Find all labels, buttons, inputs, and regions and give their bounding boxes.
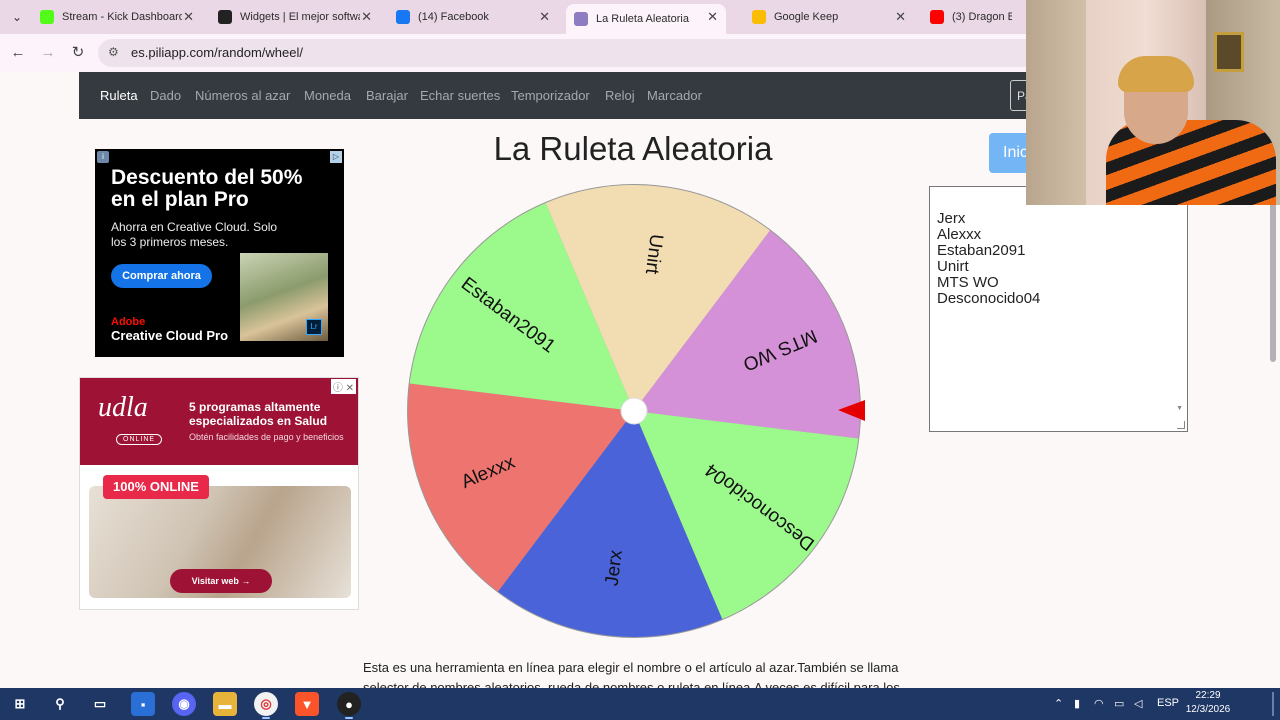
kick-icon <box>40 10 54 24</box>
close-tab-icon[interactable]: ✕ <box>895 9 906 25</box>
browser-tab[interactable]: Stream - Kick Dashboard ✕ <box>32 4 202 30</box>
reload-icon[interactable]: ↻ <box>68 43 88 63</box>
widget-icon <box>218 10 232 24</box>
browser-tab[interactable]: (14) Facebook ✕ <box>388 4 558 30</box>
youtube-icon <box>930 10 944 24</box>
show-desktop-button[interactable] <box>1272 692 1274 716</box>
tab-search-icon[interactable]: ⌄ <box>6 6 28 28</box>
nav-item-marcador[interactable]: Marcador <box>647 88 702 103</box>
page-title: La Ruleta Aleatoria <box>493 130 773 167</box>
ad-brand-adobe: Adobe <box>111 316 146 328</box>
nav-item-temporizador[interactable]: Temporizador <box>511 88 590 103</box>
close-tab-icon[interactable]: ✕ <box>183 9 194 25</box>
resize-handle[interactable] <box>1177 421 1185 429</box>
clock-date: 12/3/2026 <box>1185 704 1231 715</box>
battery-icon[interactable]: ▭ <box>1114 697 1124 710</box>
ad-photo: Lr <box>240 253 328 341</box>
name-entry: Desconocido04 <box>937 290 1041 307</box>
udla-ad[interactable]: udla ONLINE 5 programas altamente especi… <box>79 377 359 610</box>
ad-online-badge: 100% ONLINE <box>103 475 209 499</box>
keep-icon <box>752 10 766 24</box>
nav-item-numeros[interactable]: Números al azar <box>195 88 290 103</box>
name-entry: Jerx <box>937 210 966 227</box>
ad-brand-product: Creative Cloud Pro <box>111 328 229 343</box>
address-bar[interactable]: ⚙ es.piliapp.com/random/wheel/ <box>98 39 1098 67</box>
browser-tab[interactable]: Google Keep ✕ <box>744 4 914 30</box>
brave-icon[interactable]: ▼ <box>295 692 319 716</box>
ad-choices-icon[interactable]: ▷ <box>330 151 342 163</box>
wheel-segment-label: Jerx <box>602 548 627 587</box>
webcam-person-hair <box>1118 56 1194 92</box>
site-info-icon[interactable]: ⚙ <box>108 45 119 59</box>
taskbar-clock[interactable]: 22:29 12/3/2026 <box>1180 689 1236 717</box>
webcam-overlay <box>1026 0 1280 205</box>
wheel-center-button[interactable] <box>620 397 648 425</box>
chrome-icon[interactable]: ◎ <box>254 692 278 719</box>
nav-item-moneda[interactable]: Moneda <box>304 88 351 103</box>
wheel-icon <box>574 12 588 26</box>
ad-banner: udla ONLINE 5 programas altamente especi… <box>80 378 358 465</box>
close-tab-icon[interactable]: ✕ <box>539 9 550 25</box>
store-icon[interactable]: ▪ <box>131 692 155 716</box>
udla-logo-sub: ONLINE <box>116 434 163 445</box>
volume-icon[interactable]: ◁ <box>1134 697 1142 710</box>
language-indicator[interactable]: ESP <box>1157 697 1179 709</box>
udla-logo: udla <box>98 392 148 423</box>
ad-close-icon[interactable]: ⓘ ✕ <box>330 379 356 394</box>
url-text: es.piliapp.com/random/wheel/ <box>131 45 303 60</box>
close-tab-icon[interactable]: ✕ <box>361 9 372 25</box>
nav-item-barajar[interactable]: Barajar <box>366 88 408 103</box>
ad-headline: Descuento del 50% en el plan Pro <box>111 166 303 211</box>
forward-icon[interactable]: → <box>38 43 58 63</box>
wifi-icon[interactable]: ◠ <box>1094 697 1104 710</box>
nav-item-dado[interactable]: Dado <box>150 88 181 103</box>
ad-buy-button[interactable]: Comprar ahora <box>111 264 212 288</box>
windows-start-icon[interactable]: ⊞ <box>8 692 32 716</box>
tab-title: Stream - Kick Dashboard <box>62 11 182 23</box>
search-icon[interactable]: ⚲ <box>48 692 72 716</box>
scroll-down-icon[interactable]: ▼ <box>1176 405 1183 412</box>
browser-tab[interactable]: La Ruleta Aleatoria ✕ <box>566 4 726 34</box>
close-tab-icon[interactable]: ✕ <box>707 9 718 25</box>
facebook-icon <box>396 10 410 24</box>
names-textarea[interactable]: Jerx Alexxx Estaban2091 Unirt MTS WO Des… <box>929 186 1188 432</box>
tab-title: La Ruleta Aleatoria <box>596 13 689 25</box>
webcam-picture-frame <box>1214 32 1244 72</box>
clock-time: 22:29 <box>1195 690 1221 701</box>
lightroom-icon: Lr <box>306 319 322 335</box>
discord-icon[interactable]: ◉ <box>172 692 196 716</box>
ad-info-icon[interactable]: i <box>97 151 109 163</box>
name-entry: Estaban2091 <box>937 242 1026 259</box>
name-entry: MTS WO <box>937 274 999 291</box>
site-navbar: Ruleta Dado Números al azar Moneda Baraj… <box>79 72 1050 119</box>
tray-mic-icon[interactable]: ▮ <box>1074 697 1080 710</box>
browser-tab[interactable]: (3) Dragon Ball Z - <box>922 4 1032 30</box>
nav-item-reloj[interactable]: Reloj <box>605 88 635 103</box>
obs-icon[interactable]: ● <box>337 692 361 719</box>
ad-subtext: Obtén facilidades de pago y beneficios <box>189 432 344 442</box>
nav-item-echar-suertes[interactable]: Echar suertes <box>420 88 500 103</box>
ad-body: Ahorra en Creative Cloud. Solo los 3 pri… <box>111 220 278 249</box>
page-description: Esta es una herramienta en línea para el… <box>363 660 900 688</box>
name-entry: Alexxx <box>937 226 982 243</box>
tab-title: (14) Facebook <box>418 11 489 23</box>
windows-taskbar: ⊞ ⚲ ▭ ▪ ◉ ▬ ◎ ▼ ● ⌃ ▮ ◠ ▭ ◁ ESP 22:29 12… <box>0 688 1280 720</box>
name-entry: Unirt <box>937 258 969 275</box>
page-scrollbar[interactable] <box>1270 202 1276 362</box>
tab-title: (3) Dragon Ball Z - <box>952 11 1012 23</box>
nav-item-ruleta[interactable]: Ruleta <box>100 88 138 103</box>
tab-title: Widgets | El mejor software <box>240 11 360 23</box>
ad-visit-button[interactable]: Visitar web → <box>170 569 272 593</box>
tray-overflow-icon[interactable]: ⌃ <box>1054 697 1063 710</box>
ad-headline: 5 programas altamente especializados en … <box>189 400 328 428</box>
adobe-ad[interactable]: i ▷ Descuento del 50% en el plan Pro Aho… <box>95 149 344 357</box>
tab-title: Google Keep <box>774 11 839 23</box>
file-explorer-icon[interactable]: ▬ <box>213 692 237 716</box>
random-wheel[interactable]: JerxAlexxxEstaban2091UnirtMTS WODesconoc… <box>400 176 870 646</box>
task-view-icon[interactable]: ▭ <box>88 692 112 716</box>
back-icon[interactable]: ← <box>8 43 28 63</box>
browser-tab[interactable]: Widgets | El mejor software✕ <box>210 4 380 30</box>
